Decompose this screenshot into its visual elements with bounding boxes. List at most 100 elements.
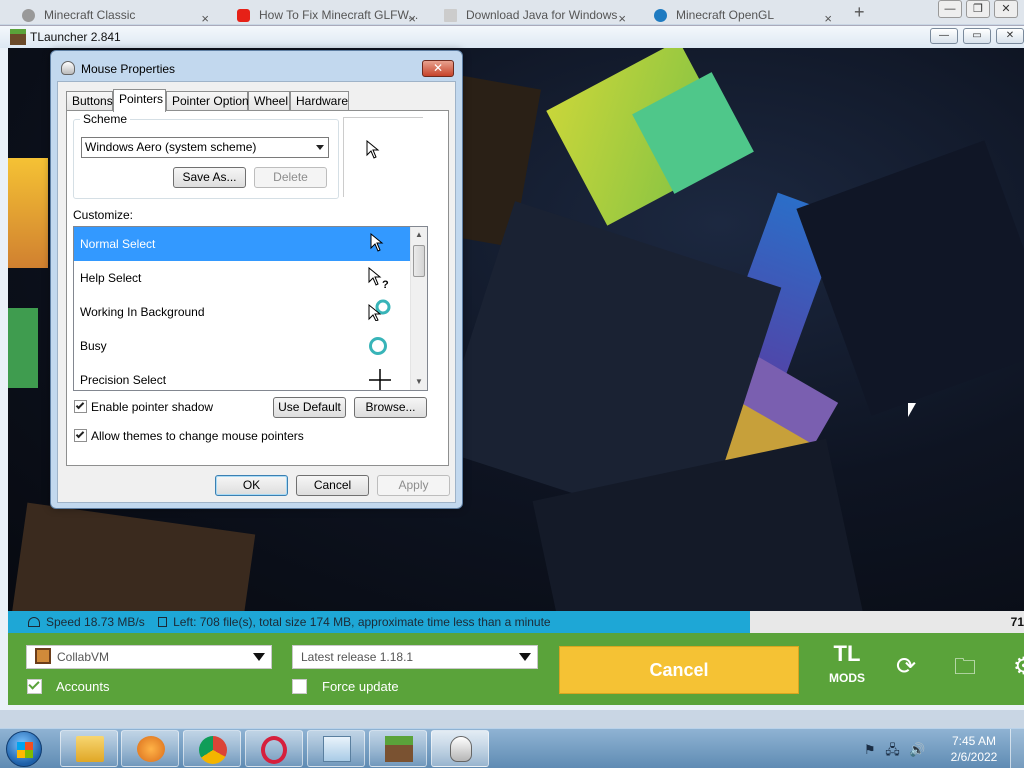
browser-tab-title: Minecraft OpenGL — [676, 8, 775, 22]
system-tray[interactable]: ⚑ 🖧 🔊 — [864, 741, 929, 763]
restore-icon[interactable]: ❐ — [966, 0, 990, 18]
force-update-label: Force update — [322, 679, 399, 694]
tl-mods-logo[interactable]: TL MODS — [826, 643, 868, 695]
folder-icon[interactable]: 🗀 — [954, 655, 976, 679]
taskbar-file-explorer[interactable] — [60, 730, 118, 767]
new-tab-button[interactable]: + — [838, 0, 878, 24]
tab-pointers[interactable]: Pointers — [113, 89, 166, 112]
account-avatar-icon — [35, 648, 51, 664]
allow-themes-checkbox[interactable] — [74, 429, 87, 442]
dialog-title: Mouse Properties — [81, 62, 176, 76]
grass-block-icon — [10, 29, 26, 45]
account-select-value: CollabVM — [57, 650, 110, 664]
close-icon[interactable]: × — [824, 4, 832, 24]
force-update-checkbox[interactable] — [292, 679, 307, 694]
clock-time: 7:45 AM — [951, 734, 997, 748]
taskbar-opera[interactable] — [245, 730, 303, 767]
edge-icon — [654, 9, 667, 22]
browser-tab-title: Minecraft Classic — [44, 8, 136, 22]
minimize-icon[interactable]: — — [938, 0, 962, 18]
cursor-row-normal-select[interactable]: Normal Select — [74, 227, 410, 261]
tab-pointer-options[interactable]: Pointer Options — [166, 91, 255, 111]
enable-pointer-shadow-checkbox[interactable] — [74, 400, 87, 413]
accounts-checkbox[interactable] — [27, 678, 42, 694]
save-as-button[interactable]: Save As... — [173, 167, 246, 188]
close-icon[interactable]: × — [618, 4, 626, 24]
checkmark-icon — [28, 678, 40, 690]
cursor-row-precision-select[interactable]: Precision Select — [74, 363, 410, 390]
tab-wheel[interactable]: Wheel — [248, 91, 290, 111]
browse-button[interactable]: Browse... — [354, 397, 427, 418]
file-icon — [158, 617, 168, 627]
scroll-up-icon[interactable]: ▲ — [411, 227, 427, 243]
svg-text:?: ? — [382, 279, 389, 289]
ok-button[interactable]: OK — [215, 475, 288, 496]
accounts-label: Accounts — [56, 679, 110, 694]
browser-tab[interactable]: How To Fix Minecraft GLFW... × — [215, 0, 422, 24]
gear-icon[interactable]: ⚙ — [1013, 655, 1024, 679]
cursor-row-busy[interactable]: Busy — [74, 329, 410, 363]
taskbar-minecraft[interactable] — [369, 730, 427, 767]
download-progress: Speed 18.73 MB/s Left: 708 file(s), tota… — [8, 611, 1024, 633]
browser-tab[interactable]: Minecraft Classic × — [0, 0, 215, 24]
arrow-cursor-icon — [370, 233, 384, 252]
taskbar-notepad[interactable] — [307, 730, 365, 767]
tab-hardware[interactable]: Hardware — [290, 91, 349, 111]
cursor-list[interactable]: Normal Select Help Select ? Working In B… — [73, 226, 428, 391]
taskbar-media-player[interactable] — [121, 730, 179, 767]
volume-icon[interactable]: 🔊 — [909, 742, 928, 757]
document-icon — [444, 9, 457, 22]
refresh-icon[interactable]: ⟳ — [896, 655, 916, 679]
account-select[interactable]: CollabVM — [26, 645, 272, 669]
pointers-tab-panel: Scheme Windows Aero (system scheme) Save… — [66, 110, 449, 466]
vertical-scrollbar[interactable]: ▲ ▼ — [410, 227, 427, 390]
tab-buttons[interactable]: Buttons — [66, 91, 113, 111]
cancel-download-button[interactable]: Cancel — [559, 646, 799, 694]
browser-tab[interactable]: Minecraft OpenGL × — [632, 0, 838, 24]
chrome-icon — [199, 736, 227, 764]
browser-tab[interactable]: Download Java for Windows × — [422, 0, 632, 24]
scroll-down-icon[interactable]: ▼ — [411, 374, 427, 390]
working-cursor-icon — [368, 299, 391, 321]
taskbar-chrome[interactable] — [183, 730, 241, 767]
close-icon[interactable]: ✕ — [994, 0, 1018, 18]
opera-icon — [261, 736, 287, 764]
delete-button[interactable]: Delete — [254, 167, 327, 188]
cursor-name: Precision Select — [80, 373, 167, 387]
crosshair-cursor-icon — [369, 369, 391, 390]
cursor-row-working-in-background[interactable]: Working In Background — [74, 295, 410, 329]
chevron-down-icon — [519, 653, 531, 661]
mouse-properties-dialog: Mouse Properties ✕ Buttons Pointers Poin… — [50, 50, 463, 509]
version-select[interactable]: Latest release 1.18.1 — [292, 645, 538, 669]
apply-button[interactable]: Apply — [377, 475, 450, 496]
network-icon[interactable]: 🖧 — [885, 742, 903, 757]
browser-window-controls: — ❐ ✕ — [938, 0, 1018, 18]
cancel-button[interactable]: Cancel — [296, 475, 369, 496]
cursor-preview — [343, 117, 423, 197]
progress-percent: 71 — [1010, 615, 1024, 629]
scheme-label: Scheme — [80, 112, 131, 126]
show-desktop-button[interactable] — [1010, 729, 1024, 768]
close-icon[interactable]: × — [408, 4, 416, 24]
start-button[interactable] — [6, 731, 42, 767]
cursor-row-help-select[interactable]: Help Select ? — [74, 261, 410, 295]
cursor-name: Help Select — [80, 271, 142, 285]
youtube-icon — [237, 9, 250, 22]
use-default-button[interactable]: Use Default — [273, 397, 346, 418]
speed-icon — [28, 617, 40, 627]
close-button[interactable]: ✕ — [422, 60, 454, 77]
scroll-thumb[interactable] — [413, 245, 425, 277]
minimize-icon[interactable]: — — [930, 28, 958, 44]
globe-icon — [22, 9, 35, 22]
scheme-select[interactable]: Windows Aero (system scheme) — [81, 137, 329, 158]
action-center-icon[interactable]: ⚑ — [864, 742, 879, 757]
close-icon[interactable]: ✕ — [996, 28, 1024, 44]
clock[interactable]: 7:45 AM 2/6/2022 — [946, 733, 1002, 765]
clock-date: 2/6/2022 — [950, 750, 998, 764]
enable-pointer-shadow-label: Enable pointer shadow — [91, 400, 214, 414]
close-icon[interactable]: × — [201, 4, 209, 24]
taskbar-mouse-properties[interactable] — [431, 730, 489, 767]
maximize-icon[interactable]: ▭ — [963, 28, 991, 44]
cursor-name: Normal Select — [80, 237, 156, 251]
cursor-name: Busy — [80, 339, 107, 353]
